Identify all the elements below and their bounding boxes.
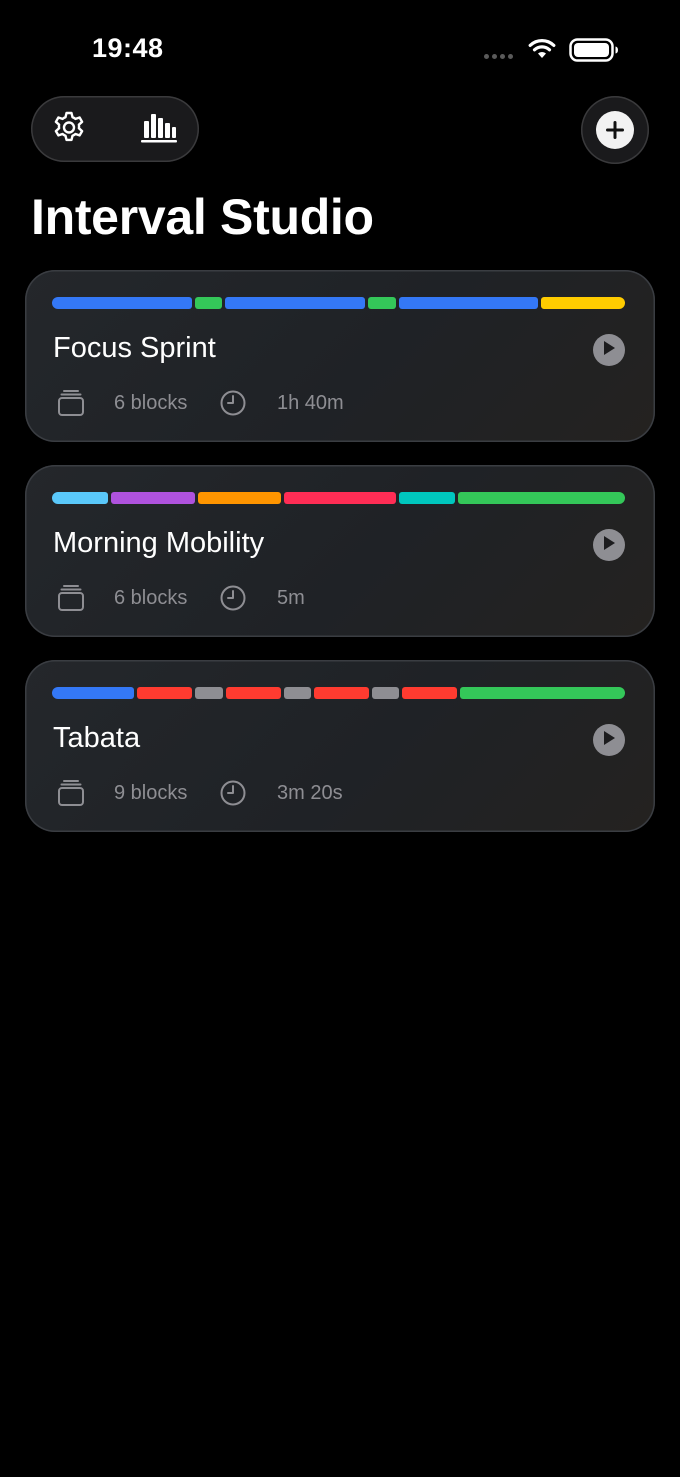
block-count: 6 blocks [114, 391, 188, 414]
interval-segment [371, 687, 400, 699]
total-duration: 3m 20s [277, 781, 343, 804]
stack-icon [56, 583, 86, 613]
bar-chart-icon [139, 110, 179, 149]
interval-segment [194, 297, 223, 309]
interval-segment [460, 687, 626, 699]
statistics-button[interactable] [121, 96, 197, 162]
play-button[interactable] [593, 334, 625, 366]
workout-list: Focus Sprint 6 blocks 1h 40m Morning Mob… [25, 270, 655, 855]
toolbar-pill [31, 96, 199, 162]
wifi-icon [527, 38, 557, 65]
interval-segment [541, 297, 626, 309]
interval-bar [52, 492, 625, 504]
interval-segment [110, 492, 195, 504]
workout-name: Focus Sprint [53, 332, 216, 364]
workout-card[interactable]: Tabata 9 blocks 3m 20s [25, 660, 655, 832]
battery-icon [569, 38, 619, 67]
interval-segment [314, 687, 369, 699]
interval-segment [52, 297, 192, 309]
stack-icon [56, 778, 86, 808]
plus-icon [596, 111, 634, 149]
play-icon [602, 730, 616, 751]
interval-segment [398, 492, 455, 504]
interval-segment [137, 687, 193, 699]
total-duration: 5m [277, 586, 305, 609]
play-icon [602, 535, 616, 556]
play-button[interactable] [593, 724, 625, 756]
cellular-signal-icon [484, 54, 513, 59]
page-title: Interval Studio [31, 189, 374, 245]
status-time: 19:48 [92, 33, 164, 63]
total-duration: 1h 40m [277, 391, 344, 414]
status-bar: 19:48 [0, 0, 680, 100]
interval-segment [225, 687, 281, 699]
workout-meta: 6 blocks 5m [56, 582, 305, 614]
block-count: 6 blocks [114, 586, 188, 609]
interval-segment [52, 687, 135, 699]
interval-segment [195, 687, 223, 699]
workout-meta: 9 blocks 3m 20s [56, 777, 343, 809]
interval-segment [398, 297, 539, 309]
interval-segment [52, 492, 108, 504]
interval-segment [225, 297, 365, 309]
clock-icon [218, 778, 248, 808]
clock-icon [218, 583, 248, 613]
interval-segment [283, 687, 312, 699]
play-button[interactable] [593, 529, 625, 561]
interval-segment [402, 687, 458, 699]
workout-meta: 6 blocks 1h 40m [56, 387, 344, 419]
play-icon [602, 340, 616, 361]
interval-bar [52, 297, 626, 309]
interval-segment [457, 492, 625, 504]
workout-name: Morning Mobility [53, 527, 265, 559]
interval-segment [197, 492, 282, 504]
stack-icon [56, 388, 86, 418]
block-count: 9 blocks [114, 781, 188, 804]
interval-segment [367, 297, 396, 309]
workout-name: Tabata [53, 722, 141, 754]
add-workout-button[interactable] [581, 96, 649, 164]
workout-card[interactable]: Morning Mobility 6 blocks 5m [25, 465, 655, 637]
interval-bar [52, 687, 626, 699]
interval-segment [284, 492, 396, 504]
settings-button[interactable] [31, 96, 107, 162]
gear-icon [51, 109, 87, 150]
clock-icon [218, 388, 248, 418]
workout-card[interactable]: Focus Sprint 6 blocks 1h 40m [25, 270, 655, 442]
